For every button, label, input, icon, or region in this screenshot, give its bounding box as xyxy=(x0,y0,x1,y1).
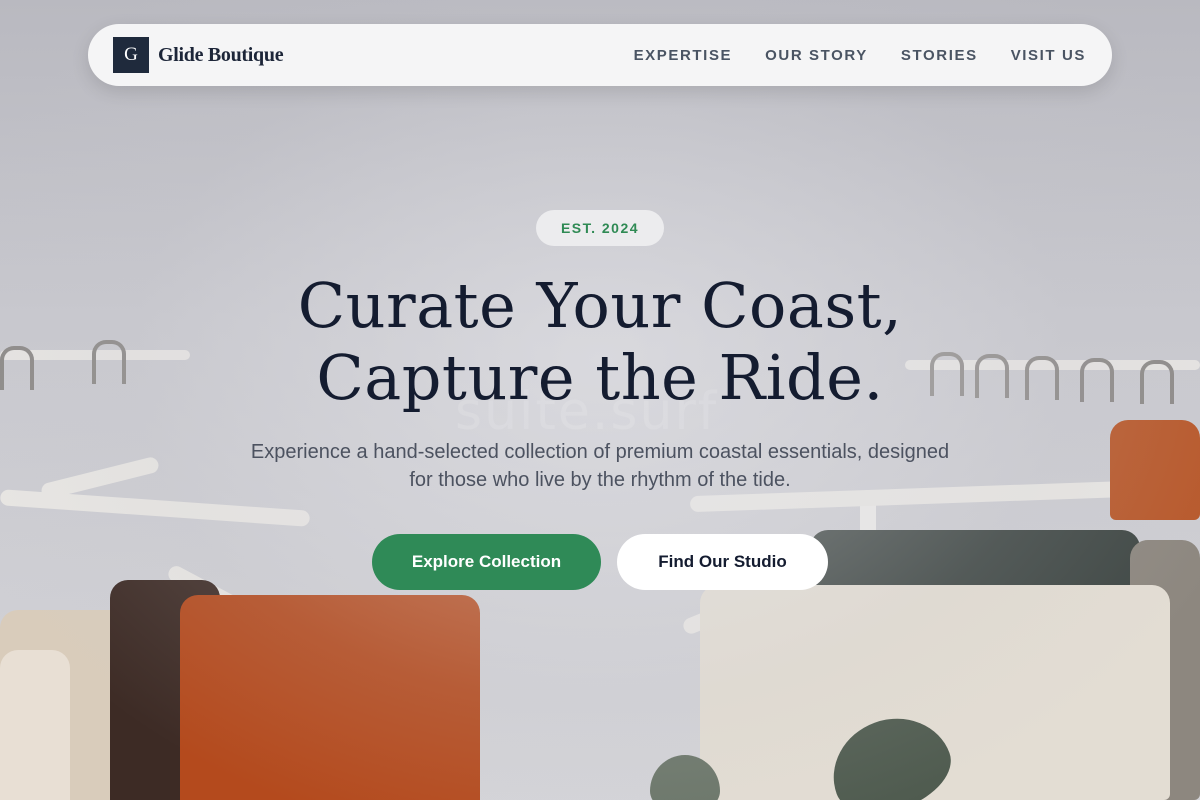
established-badge: EST. 2024 xyxy=(536,210,664,246)
top-navbar: G Glide Boutique EXPERTISE OUR STORY STO… xyxy=(88,24,1112,86)
nav-link-visit-us[interactable]: VISIT US xyxy=(1011,47,1086,64)
nav-link-expertise[interactable]: EXPERTISE xyxy=(634,47,733,64)
headline-line-2: Capture the Ride. xyxy=(316,341,884,414)
find-studio-button[interactable]: Find Our Studio xyxy=(617,534,828,590)
brand-logo: G xyxy=(113,37,149,73)
explore-collection-button[interactable]: Explore Collection xyxy=(372,534,601,590)
nav-links: EXPERTISE OUR STORY STORIES VISIT US xyxy=(634,47,1086,64)
brand-name: Glide Boutique xyxy=(158,43,284,66)
hanger xyxy=(0,489,311,527)
hero-subtext: Experience a hand-selected collection of… xyxy=(250,441,950,491)
brand-link[interactable]: G Glide Boutique xyxy=(113,37,284,73)
cream-trousers xyxy=(700,585,1170,800)
hanger-hook xyxy=(1140,360,1174,404)
knit-sweater xyxy=(1130,540,1200,800)
plant-leaf xyxy=(650,755,720,800)
orange-scarf xyxy=(1110,420,1200,520)
dark-green-sweater xyxy=(810,530,1140,620)
orange-sweater xyxy=(180,595,480,800)
hanger-hook xyxy=(0,346,34,390)
cream-garment xyxy=(0,650,70,800)
rack-pole xyxy=(860,490,876,800)
beige-sweater xyxy=(0,610,190,800)
plant-leaf xyxy=(818,702,962,800)
nav-link-our-story[interactable]: OUR STORY xyxy=(765,47,868,64)
nav-link-stories[interactable]: STORIES xyxy=(901,47,978,64)
headline-line-1: Curate Your Coast, xyxy=(297,269,903,342)
hero-headline: Curate Your Coast, Capture the Ride. xyxy=(100,270,1100,414)
dark-garment xyxy=(110,580,220,800)
hanger xyxy=(165,563,315,653)
hanger xyxy=(39,455,161,501)
